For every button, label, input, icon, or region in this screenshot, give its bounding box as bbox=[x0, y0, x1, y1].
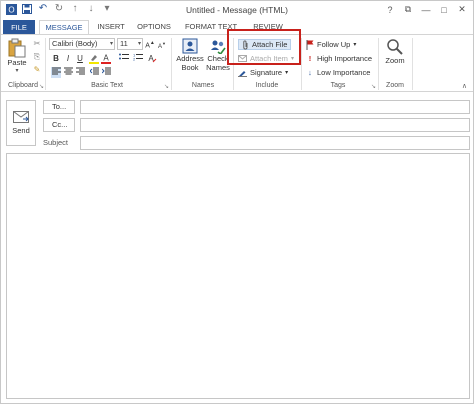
shrink-font-icon[interactable]: A▼ bbox=[157, 38, 167, 50]
follow-up-dropdown-icon: ▾ bbox=[353, 42, 357, 48]
signature-dropdown-icon: ▾ bbox=[285, 70, 289, 76]
basic-text-group-label: Basic Text bbox=[91, 82, 123, 89]
flag-icon bbox=[306, 39, 314, 50]
cut-icon[interactable]: ✂ bbox=[32, 38, 42, 49]
send-button[interactable]: Send bbox=[6, 100, 36, 146]
to-field[interactable] bbox=[80, 100, 470, 114]
magnifier-icon bbox=[387, 39, 403, 55]
send-envelope-icon bbox=[13, 111, 29, 123]
follow-up-label: Follow Up bbox=[317, 40, 351, 49]
close-button[interactable]: ✕ bbox=[453, 2, 471, 17]
paste-label: Paste bbox=[7, 58, 27, 67]
send-label: Send bbox=[12, 126, 30, 135]
include-group-label: Include bbox=[255, 82, 279, 89]
separator bbox=[45, 38, 46, 90]
basic-text-launcher-icon[interactable]: ↘ bbox=[164, 83, 169, 90]
ribbon-display-button[interactable]: ⧉ bbox=[399, 2, 417, 17]
font-size-dropdown-icon: ▾ bbox=[137, 41, 141, 47]
zoom-group-label: Zoom bbox=[386, 82, 404, 89]
tab-file[interactable]: FILE bbox=[3, 20, 35, 35]
names-group-label: Names bbox=[191, 82, 215, 89]
font-name-value: Calibri (Body) bbox=[52, 39, 98, 48]
down-arrow-icon: ↓ bbox=[308, 68, 312, 77]
bullets-icon[interactable] bbox=[119, 53, 129, 64]
collapse-ribbon-icon[interactable]: ∧ bbox=[462, 82, 467, 90]
bold-button[interactable]: B bbox=[51, 53, 61, 64]
decrease-indent-icon[interactable] bbox=[88, 67, 99, 78]
signature-icon bbox=[238, 71, 247, 77]
highlight-color-icon[interactable] bbox=[89, 53, 99, 64]
svg-text:A: A bbox=[103, 54, 109, 63]
to-button[interactable]: To... bbox=[43, 100, 75, 114]
subject-field[interactable] bbox=[80, 136, 470, 150]
signature-button[interactable]: Signature ▾ bbox=[238, 67, 288, 78]
tab-insert[interactable]: INSERT bbox=[93, 20, 129, 35]
follow-up-button[interactable]: Follow Up ▾ bbox=[306, 39, 356, 50]
minimize-button[interactable]: — bbox=[417, 2, 435, 17]
underline-button[interactable]: U bbox=[75, 53, 85, 64]
title-bar: O ↶ ↻ ↑ ↓ ▾ Untitled - Message (HTML) ? … bbox=[1, 1, 473, 19]
tab-message[interactable]: MESSAGE bbox=[39, 20, 89, 35]
address-book-button[interactable]: Address Book bbox=[175, 38, 205, 72]
clear-formatting-icon[interactable]: A bbox=[147, 53, 157, 64]
separator bbox=[412, 38, 413, 90]
font-size-combo[interactable]: 11 ▾ bbox=[117, 38, 143, 50]
tags-group-label: Tags bbox=[330, 82, 346, 89]
italic-button[interactable]: I bbox=[63, 53, 73, 64]
low-importance-label: Low Importance bbox=[317, 68, 371, 77]
high-importance-button[interactable]: ! High Importance bbox=[306, 53, 372, 64]
font-color-icon[interactable]: A bbox=[101, 53, 111, 64]
attach-file-highlight bbox=[227, 29, 301, 65]
numbering-icon[interactable]: 12 bbox=[133, 53, 143, 64]
message-body[interactable] bbox=[6, 153, 470, 399]
paste-icon bbox=[8, 38, 26, 58]
font-name-combo[interactable]: Calibri (Body) ▾ bbox=[49, 38, 115, 50]
font-name-dropdown-icon: ▾ bbox=[109, 41, 113, 47]
window-controls: ? ⧉ — □ ✕ bbox=[381, 2, 471, 17]
exclamation-icon: ! bbox=[308, 54, 312, 63]
tab-options[interactable]: OPTIONS bbox=[133, 20, 175, 35]
font-size-value: 11 bbox=[120, 39, 128, 48]
help-button[interactable]: ? bbox=[381, 2, 399, 17]
high-importance-label: High Importance bbox=[317, 54, 373, 63]
zoom-button[interactable]: Zoom bbox=[382, 38, 408, 65]
message-window: O ↶ ↻ ↑ ↓ ▾ Untitled - Message (HTML) ? … bbox=[0, 0, 474, 404]
signature-label: Signature bbox=[250, 68, 283, 77]
align-right-icon[interactable] bbox=[75, 67, 85, 78]
cc-field[interactable] bbox=[80, 118, 470, 132]
low-importance-button[interactable]: ↓ Low Importance bbox=[306, 67, 370, 78]
svg-text:2: 2 bbox=[133, 57, 136, 62]
clipboard-launcher-icon[interactable]: ↘ bbox=[39, 83, 44, 90]
align-left-icon[interactable] bbox=[51, 67, 61, 78]
maximize-button[interactable]: □ bbox=[435, 2, 453, 17]
address-book-icon bbox=[182, 38, 198, 54]
clipboard-group-label: Clipboard bbox=[8, 82, 38, 89]
separator bbox=[171, 38, 172, 90]
cc-button[interactable]: Cc... bbox=[43, 118, 75, 132]
format-painter-icon[interactable]: ✎ bbox=[32, 64, 42, 75]
address-book-label: Address Book bbox=[176, 54, 204, 72]
grow-font-icon[interactable]: A▲ bbox=[145, 38, 155, 49]
increase-indent-icon[interactable] bbox=[101, 67, 111, 78]
tags-launcher-icon[interactable]: ↘ bbox=[371, 83, 376, 90]
subject-label: Subject bbox=[43, 138, 69, 147]
separator bbox=[378, 38, 379, 90]
align-center-icon[interactable] bbox=[63, 67, 73, 78]
copy-icon[interactable]: ⎘ bbox=[32, 51, 42, 62]
zoom-label: Zoom bbox=[385, 56, 405, 65]
separator bbox=[301, 38, 302, 90]
check-names-icon bbox=[211, 40, 226, 54]
paste-dropdown-icon: ▾ bbox=[15, 68, 19, 74]
paste-button[interactable]: Paste ▾ bbox=[5, 38, 29, 76]
